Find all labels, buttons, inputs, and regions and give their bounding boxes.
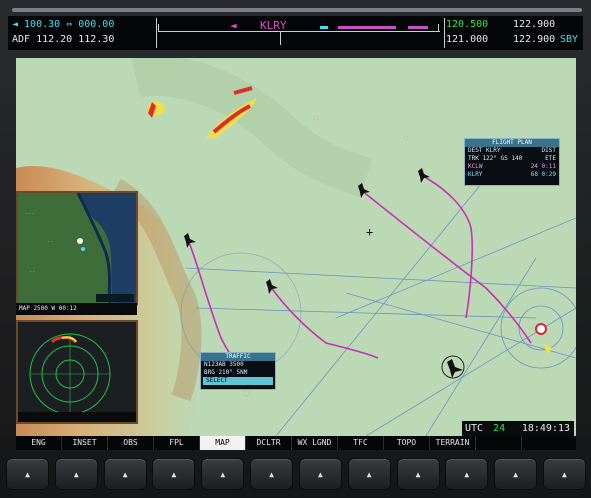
softkey-button[interactable]: ▲ xyxy=(396,458,440,490)
svg-text:· · ·: · · · xyxy=(26,211,34,217)
triangle-up-icon: ▲ xyxy=(25,469,30,479)
triangle-up-icon: ▲ xyxy=(366,469,372,479)
hardware-button-row: ▲ ▲ ▲ ▲ ▲ ▲ ▲ ▲ ▲ ▲ ▲ ▲ xyxy=(6,456,586,492)
triangle-up-icon: ▲ xyxy=(220,469,226,479)
softkey-label[interactable]: INSET xyxy=(62,436,108,450)
inset-map[interactable]: · · · · · · · xyxy=(16,191,138,305)
course-arrow-icon: ◄ xyxy=(230,19,237,32)
softkey-button[interactable]: ▲ xyxy=(54,458,98,490)
nav-com-header: ◄ 100.30 ⇔ 000.00 ADF 112.20 112.30 ◄ KL… xyxy=(8,16,583,50)
status-value: 24 xyxy=(493,423,506,434)
softkey-label[interactable]: TOPO xyxy=(384,436,430,450)
softkey-button[interactable]: ▲ xyxy=(201,458,245,490)
header-divider-left xyxy=(156,18,157,48)
softkey-label[interactable]: FPL xyxy=(154,436,200,450)
softkey-button[interactable]: ▲ xyxy=(103,458,147,490)
softkey-button[interactable]: ▲ xyxy=(542,458,586,490)
softkey-label[interactable] xyxy=(522,436,567,450)
triangle-up-icon: ▲ xyxy=(415,469,421,479)
popup-row: BRG 210° 5NM xyxy=(204,369,248,376)
softkey-label[interactable]: ENG xyxy=(16,436,62,450)
com-standby-tag: SBY xyxy=(560,34,579,45)
com2-standby-freq[interactable]: 122.900 xyxy=(513,34,555,45)
tick xyxy=(280,31,281,45)
status-bar: UTC 24 18:49:13 xyxy=(462,421,574,436)
flight-plan-popup[interactable]: FLIGHT PLAN DEST KLRY DIST TRK 122° GS 14… xyxy=(464,138,560,186)
com-active-freq[interactable]: 120.500 xyxy=(446,19,488,30)
softkey-button[interactable]: ▲ xyxy=(347,458,391,490)
com2-active-freq[interactable]: 121.000 xyxy=(446,34,488,45)
softkey-label[interactable]: WX LGND xyxy=(292,436,338,450)
softkey-label[interactable]: OBS xyxy=(108,436,154,450)
svg-text:· ·: · · xyxy=(30,269,35,275)
cdi-marker xyxy=(320,26,328,29)
triangle-up-icon: ▲ xyxy=(562,469,567,479)
inset-map-graphics: · · · · · · · xyxy=(18,192,136,304)
nav-freq-line1[interactable]: ◄ 100.30 ⇔ 000.00 xyxy=(12,19,114,30)
inset-map-status: MAP 2500 W 00:12 xyxy=(16,303,137,315)
radar-graphics xyxy=(18,322,136,422)
triangle-up-icon: ▲ xyxy=(122,469,128,479)
tick xyxy=(438,24,439,31)
traffic-popup[interactable]: TRAFFIC N123AB 3500 BRG 210° 5NM SELECT xyxy=(200,352,276,390)
triangle-up-icon: ▲ xyxy=(513,469,519,479)
nav-freq-line2[interactable]: ADF 112.20 112.30 xyxy=(12,34,114,45)
cdi-bar xyxy=(338,26,396,29)
svg-text:· ·: · · xyxy=(48,239,53,245)
softkey-label[interactable]: DCLTR xyxy=(246,436,292,450)
traffic-radar-inset[interactable] xyxy=(16,320,138,424)
softkey-label-bar: ENG INSET OBS FPL MAP DCLTR WX LGND TFC … xyxy=(16,436,576,450)
triangle-up-icon: ▲ xyxy=(73,469,79,479)
softkey-button[interactable]: ▲ xyxy=(494,458,538,490)
popup-title: TRAFFIC xyxy=(201,353,275,361)
softkey-button[interactable]: ▲ xyxy=(250,458,294,490)
softkey-label[interactable]: TERRAIN xyxy=(430,436,476,450)
status-label: UTC xyxy=(465,423,484,434)
softkey-label[interactable] xyxy=(476,436,522,450)
softkey-button[interactable]: ▲ xyxy=(298,458,342,490)
header-course-line xyxy=(158,31,440,32)
bezel-top-strip xyxy=(12,8,582,12)
popup-row: DEST KLRY DIST xyxy=(468,147,556,154)
softkey-label[interactable]: TFC xyxy=(338,436,384,450)
popup-title: FLIGHT PLAN xyxy=(465,139,559,147)
triangle-up-icon: ▲ xyxy=(171,469,177,479)
popup-row: KLRY 68 0:29 xyxy=(468,171,556,178)
triangle-up-icon: ▲ xyxy=(464,469,470,479)
popup-select-row[interactable]: SELECT xyxy=(203,377,273,385)
svg-text:+: + xyxy=(366,225,373,239)
popup-row: KCLW 24 0:11 xyxy=(468,163,556,170)
triangle-up-icon: ▲ xyxy=(269,469,274,479)
com-standby-freq[interactable]: 122.900 xyxy=(513,19,555,30)
popup-row: TRK 122° GS 140 ETE xyxy=(468,155,556,162)
clock-time: 18:49:13 xyxy=(521,423,570,434)
header-divider-right xyxy=(444,18,445,48)
softkey-button[interactable]: ▲ xyxy=(6,458,49,490)
tick xyxy=(158,24,159,31)
cdi-bar-2 xyxy=(408,26,428,29)
softkey-label-active[interactable]: MAP xyxy=(200,436,246,450)
softkey-button[interactable]: ▲ xyxy=(445,458,489,490)
popup-row: N123AB 3500 xyxy=(204,361,244,368)
softkey-button[interactable]: ▲ xyxy=(152,458,196,490)
triangle-up-icon: ▲ xyxy=(317,469,323,479)
destination-id: KLRY xyxy=(260,19,287,32)
